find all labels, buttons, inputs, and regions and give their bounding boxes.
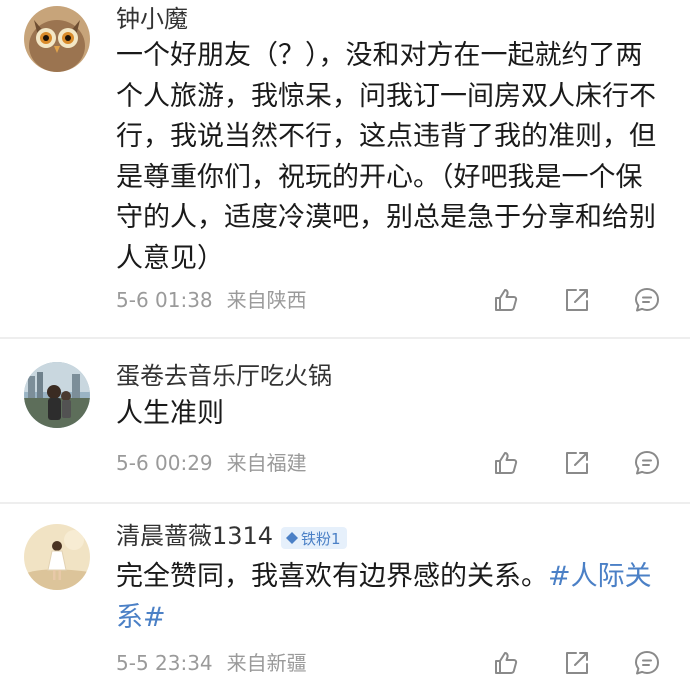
reply-button[interactable] (633, 649, 661, 677)
comment-item: 蛋卷去音乐厅吃火锅 人生准则 5-6 00:29 来自福建 (0, 338, 690, 502)
username[interactable]: 蛋卷去音乐厅吃火锅 (116, 361, 332, 391)
comment-date: 5-6 01:38 (116, 288, 213, 312)
diamond-icon (286, 532, 298, 544)
comment-icon (635, 651, 659, 675)
share-button[interactable] (563, 649, 591, 677)
comment-icon (635, 288, 659, 312)
comment-location: 来自新疆 (226, 651, 307, 675)
comment-text-content: 完全赞同，我喜欢有边界感的关系。 (116, 561, 548, 592)
like-button[interactable] (492, 286, 520, 314)
comment-meta: 5-6 01:38 来自陕西 (116, 288, 307, 312)
reply-button[interactable] (633, 286, 661, 314)
comment-meta: 5-5 23:34 来自新疆 (116, 651, 307, 675)
avatar[interactable] (24, 362, 90, 428)
like-button[interactable] (492, 649, 520, 677)
share-button[interactable] (563, 286, 591, 314)
comment-text: 人生准则 (116, 398, 224, 429)
username[interactable]: 钟小魔 (116, 4, 188, 34)
username[interactable]: 清晨蔷薇1314 (116, 521, 273, 551)
girl-avatar-icon (24, 524, 90, 590)
photo-avatar-icon (24, 362, 90, 428)
share-icon (566, 289, 588, 311)
comment-location: 来自福建 (226, 451, 307, 475)
reply-button[interactable] (633, 449, 661, 477)
comment-meta: 5-6 00:29 来自福建 (116, 451, 307, 475)
comment-date: 5-5 23:34 (116, 651, 213, 675)
avatar[interactable] (24, 524, 90, 590)
comment-text: 一个好朋友（？），没和对方在一起就约了两个人旅游，我惊呆，问我订一间房双人床行不… (116, 40, 656, 274)
comment-text: 完全赞同，我喜欢有边界感的关系。#人际关系# (116, 557, 668, 638)
comment-date: 5-6 00:29 (116, 451, 213, 475)
thumbs-up-icon (495, 652, 518, 674)
owl-avatar-icon (24, 6, 90, 72)
share-icon (566, 652, 588, 674)
share-button[interactable] (563, 449, 591, 477)
thumbs-up-icon (495, 289, 518, 311)
comment-location: 来自陕西 (226, 288, 307, 312)
fan-badge-label: 铁粉1 (301, 529, 341, 548)
like-button[interactable] (492, 449, 520, 477)
share-icon (566, 452, 588, 474)
avatar[interactable] (24, 6, 90, 72)
comment-item: 钟小魔 一个好朋友（？），没和对方在一起就约了两个人旅游，我惊呆，问我订一间房双… (0, 0, 690, 338)
comment-icon (635, 451, 659, 475)
fan-badge[interactable]: 铁粉1 (281, 527, 347, 549)
thumbs-up-icon (495, 452, 518, 474)
